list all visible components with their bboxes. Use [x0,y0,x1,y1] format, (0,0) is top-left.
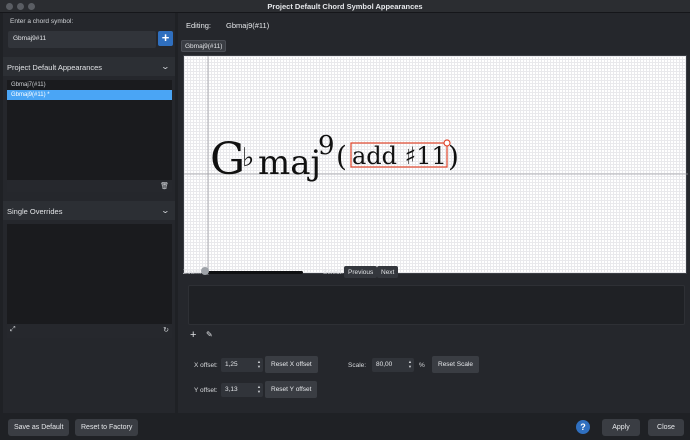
reset-scale-button[interactable]: Reset Scale [432,356,480,373]
defaults-list-toolbar: 🗑 [7,180,172,192]
y-offset-value: 3,13 [225,386,238,393]
save-as-default-button[interactable]: Save as Default [8,419,70,436]
reset-to-factory-button[interactable]: Reset to Factory [75,419,139,436]
chord-alteration[interactable]: add ♯11 [352,142,447,170]
add-component-icon[interactable]: + [190,329,196,341]
chord-close-paren[interactable]: ) [448,140,459,173]
stepper-icon[interactable]: ▲ ▼ [408,359,412,369]
plus-icon: + [161,30,170,45]
x-offset-value: 1,25 [225,361,238,368]
chord-symbol-input[interactable]: Gbmaj9#11 [8,31,156,48]
stepper-icon[interactable]: ▲ ▼ [257,384,261,394]
defaults-section-header[interactable]: Project Default Appearances ⌄ [3,57,175,76]
scale-field[interactable]: 80,00 ▲ ▼ [372,358,414,372]
overrides-list-toolbar: ⤢ ↻ [7,324,172,338]
zoom-slider[interactable] [203,271,303,274]
expand-icon[interactable]: ⤢ [10,326,16,334]
apply-button[interactable]: Apply [602,419,640,436]
window-title: Project Default Chord Symbol Appearances [267,2,423,11]
component-list [188,285,685,325]
dialog-footer: Save as Default Reset to Factory ? Apply… [0,413,690,440]
chord-editor-canvas[interactable]: G ♭ maj 9 ( add ♯11 ) [183,55,688,275]
chord-quality[interactable]: maj [258,143,321,183]
y-offset-label: Y offset: [194,387,218,394]
overrides-section-header[interactable]: Single Overrides ⌄ [3,201,175,220]
select-label: Select: [323,269,343,276]
title-bar: Project Default Chord Symbol Appearances [0,0,690,13]
previous-button[interactable]: Previous [344,266,378,278]
list-item[interactable]: Gbmaj7(#11) [7,80,172,90]
x-offset-label: X offset: [194,362,218,369]
next-button[interactable]: Next [377,266,399,278]
editing-label: Editing: [186,21,212,30]
editing-value: Gbmaj9(#11) [226,21,270,30]
overrides-list [7,224,172,324]
x-offset-field[interactable]: 1,25 ▲ ▼ [221,358,263,372]
add-chord-button[interactable]: + [158,31,173,46]
scale-unit: % [419,362,425,369]
scale-value: 80,00 [376,361,393,368]
list-item-selected[interactable]: Gbmaj9(#11) * [7,90,172,100]
tab-chord[interactable]: Gbmaj9(#11) [181,40,227,52]
chord-accidental[interactable]: ♭ [242,143,254,173]
close-button[interactable]: Close [648,419,684,436]
zoom-slider-thumb[interactable] [201,267,209,275]
chevron-down-icon: ⌄ [160,62,171,71]
y-offset-field[interactable]: 3,13 ▲ ▼ [221,383,263,397]
chord-preview: G ♭ maj 9 ( add ♯11 ) [184,56,688,275]
help-icon[interactable]: ? [576,420,590,434]
chord-extension[interactable]: 9 [318,131,335,161]
zoom-label: Zoom: [183,269,202,276]
revert-icon[interactable]: ↻ [163,326,169,334]
reset-x-offset-button[interactable]: Reset X offset [265,356,318,373]
chord-prompt-label: Enter a chord symbol: [10,18,74,25]
trash-icon[interactable]: 🗑 [160,182,169,190]
pencil-icon[interactable]: ✎ [206,330,213,339]
stepper-icon[interactable]: ▲ ▼ [257,359,261,369]
overrides-section-title: Single Overrides [7,207,63,216]
chord-root[interactable]: G [210,134,245,185]
left-panel: Enter a chord symbol: Gbmaj9#11 + Projec… [3,13,175,413]
defaults-list: Gbmaj7(#11) Gbmaj9(#11) * [7,80,172,180]
reset-y-offset-button[interactable]: Reset Y offset [265,381,318,398]
editor-panel: Editing: Gbmaj9(#11) Gbmaj9(#11) G ♭ maj… [178,13,690,413]
defaults-section-title: Project Default Appearances [7,63,103,72]
chord-open-paren[interactable]: ( [336,140,347,173]
chevron-down-icon: ⌄ [160,206,171,215]
scale-label: Scale: [348,362,367,369]
